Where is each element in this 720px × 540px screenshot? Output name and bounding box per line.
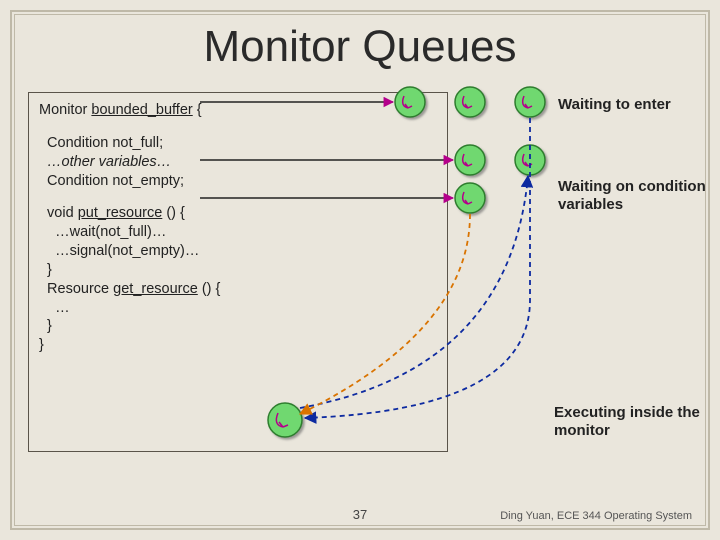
code-underline: put_resource: [78, 205, 163, 221]
code-line: void put_resource () {: [39, 204, 437, 223]
footer-credit: Ding Yuan, ECE 344 Operating System: [500, 510, 692, 522]
code-line: …wait(not_full)…: [39, 223, 437, 242]
spacer: [39, 190, 437, 204]
code-text: Resource: [39, 281, 113, 297]
label-waiting-condition: Waiting on condition variables: [558, 178, 718, 214]
code-text: {: [193, 102, 202, 118]
code-text: Monitor: [39, 102, 91, 118]
spacer: [39, 120, 437, 134]
code-line: Condition not_empty;: [39, 172, 437, 191]
code-box: Monitor bounded_buffer { Condition not_f…: [28, 92, 448, 452]
code-line: }: [39, 317, 437, 336]
code-line: }: [39, 261, 437, 280]
label-waiting-to-enter: Waiting to enter: [558, 96, 698, 114]
code-line: …other variables…: [39, 153, 437, 172]
slide-title: Monitor Queues: [0, 22, 720, 72]
code-line: Monitor bounded_buffer {: [39, 101, 437, 120]
code-text: () {: [198, 281, 221, 297]
code-line: …: [39, 299, 437, 318]
code-underline: get_resource: [113, 281, 198, 297]
code-line: }: [39, 336, 437, 355]
code-line: Resource get_resource () {: [39, 280, 437, 299]
code-underline: bounded_buffer: [91, 102, 192, 118]
code-line: Condition not_full;: [39, 134, 437, 153]
label-executing: Executing inside the monitor: [554, 404, 704, 440]
code-text: void: [39, 205, 78, 221]
slide-number: 37: [353, 507, 367, 522]
code-text: () {: [162, 205, 185, 221]
code-line: …signal(not_empty)…: [39, 242, 437, 261]
